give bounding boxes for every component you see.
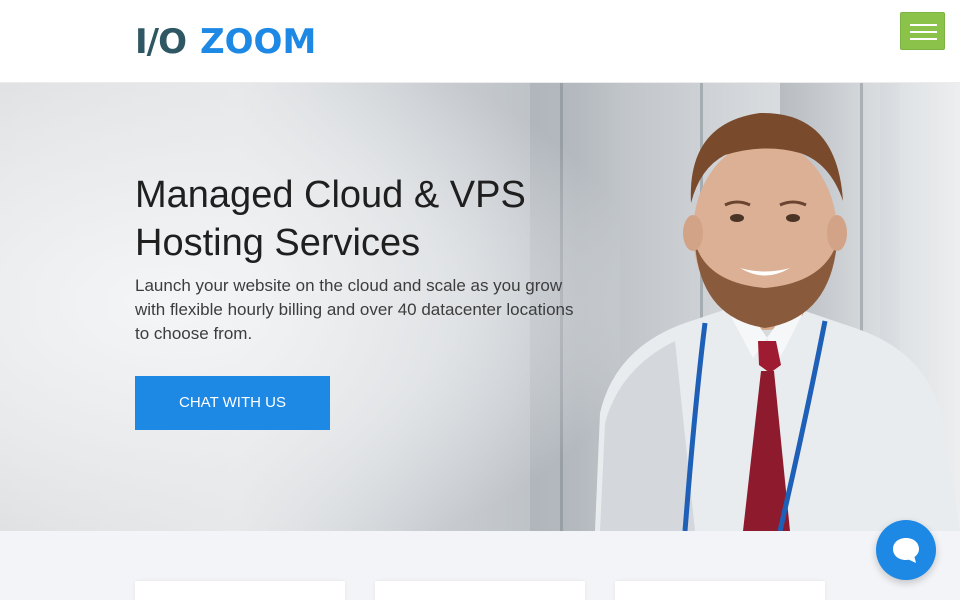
hamburger-menu-icon [910,24,937,26]
chat-bubble-icon [893,538,919,563]
hamburger-menu-button[interactable] [900,12,945,50]
feature-card [615,581,825,600]
hero-subtitle: Launch your website on the cloud and sca… [135,276,574,343]
features-section [0,531,960,600]
logo-io-text: I/O [135,22,187,62]
hero-section: Managed Cloud & VPS Hosting Services Lau… [0,83,960,531]
hero-person-image [595,112,960,531]
hamburger-menu-icon-bar [910,31,937,33]
hamburger-menu-icon-bar [910,38,937,40]
site-logo[interactable]: I/O ZOOM [135,22,317,62]
logo-zoom-text: ZOOM [199,22,317,62]
feature-card [135,581,345,600]
site-header: I/O ZOOM [0,0,960,83]
feature-card [375,581,585,600]
live-chat-button[interactable] [876,520,936,580]
hero-title: Managed Cloud & VPS Hosting Services [135,174,526,264]
chat-with-us-button[interactable]: CHAT WITH US [135,376,330,430]
